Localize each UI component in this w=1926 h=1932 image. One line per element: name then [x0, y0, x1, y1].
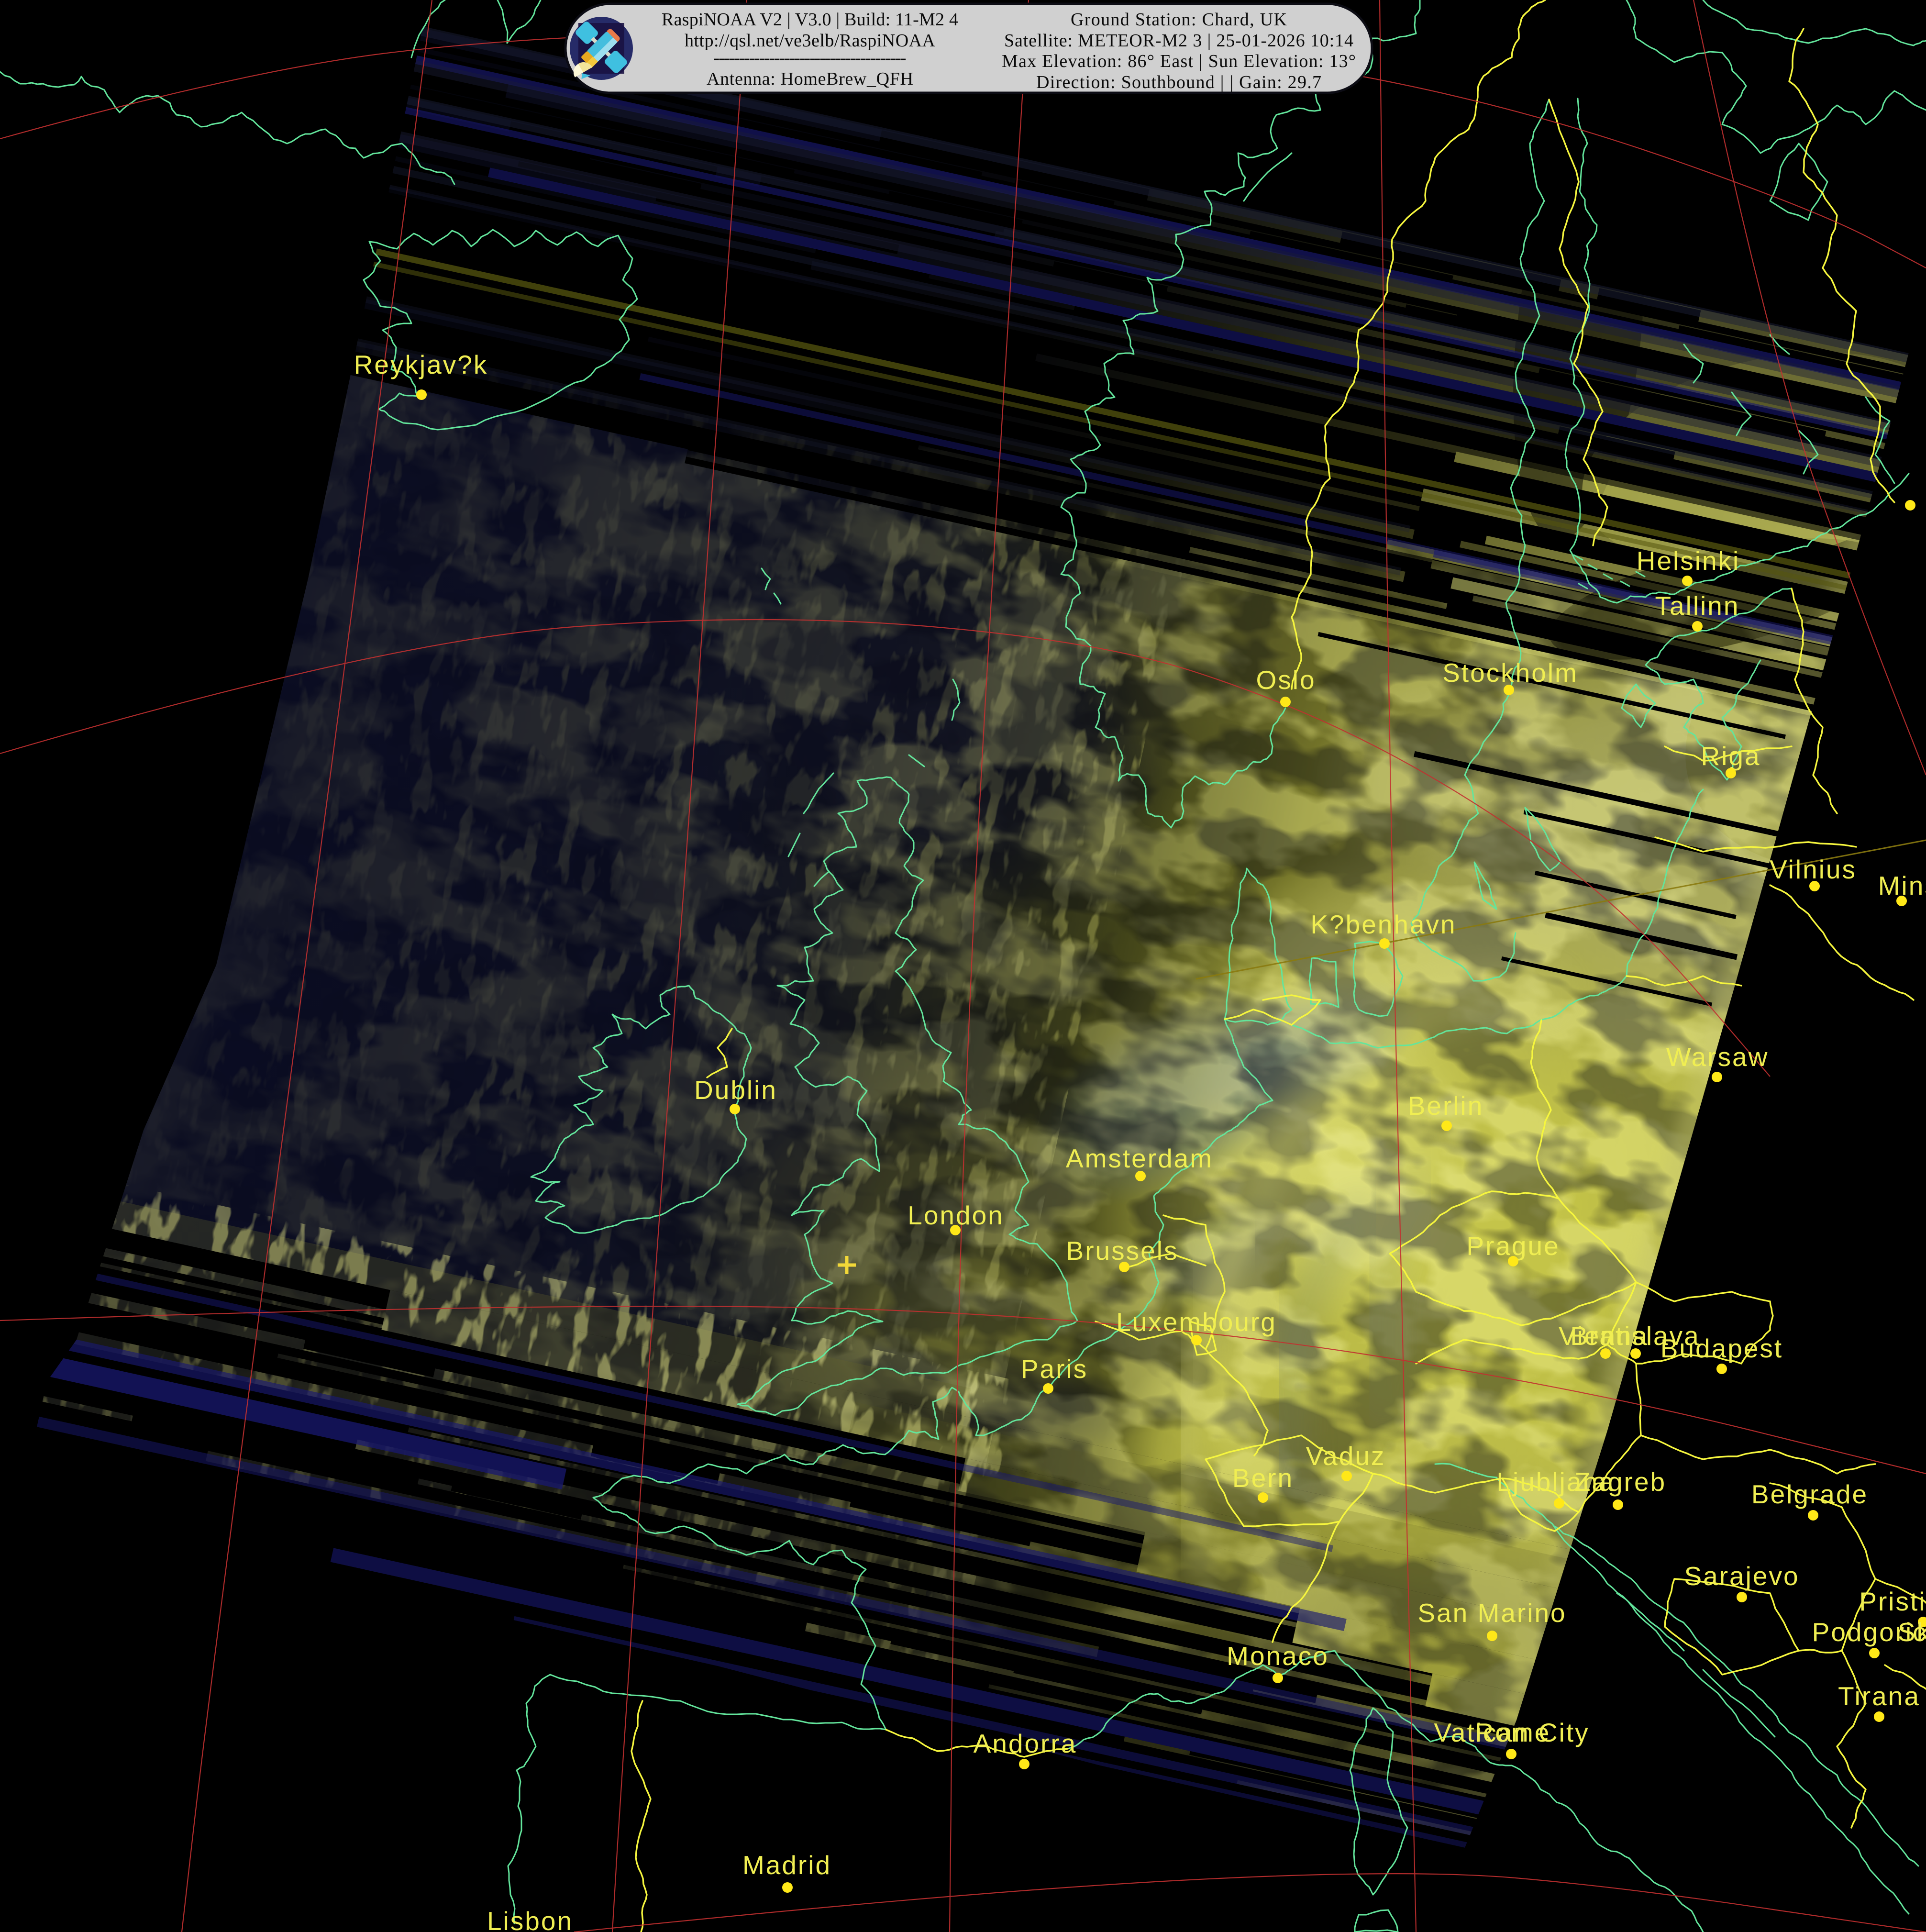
svg-text:Riga: Riga	[1701, 741, 1760, 771]
svg-text:Bern: Bern	[1232, 1463, 1294, 1493]
svg-text:Oslo: Oslo	[1256, 665, 1316, 695]
svg-text:Satellite: METEOR-M2 3 | 25-01: Satellite: METEOR-M2 3 | 25-01-2026 10:1…	[1004, 31, 1353, 51]
svg-text:Dublin: Dublin	[694, 1075, 777, 1105]
svg-text:Stockholm: Stockholm	[1442, 658, 1578, 688]
svg-text:Tirana: Tirana	[1838, 1681, 1920, 1711]
svg-text:Monaco: Monaco	[1227, 1641, 1329, 1671]
svg-text:Sarajevo: Sarajevo	[1684, 1561, 1799, 1591]
svg-text:Budapest: Budapest	[1660, 1333, 1783, 1363]
svg-text:Skopje: Skopje	[1898, 1617, 1926, 1647]
svg-text:Brussels: Brussels	[1066, 1236, 1179, 1266]
svg-text:Berlin: Berlin	[1408, 1091, 1484, 1121]
svg-text:RaspiNOAA V2 | V3.0 | Build: 1: RaspiNOAA V2 | V3.0 | Build: 11-M2 4	[662, 10, 958, 30]
svg-text:Paris: Paris	[1021, 1354, 1088, 1384]
svg-text:Vilnius: Vilnius	[1770, 855, 1857, 884]
svg-text:Pristina: Pristina	[1859, 1587, 1926, 1616]
svg-text:Zagreb: Zagreb	[1574, 1467, 1666, 1497]
svg-text:Ground Station: Chard, UK: Ground Station: Chard, UK	[1071, 10, 1287, 30]
svg-text:Max Elevation: 86° East | Sun: Max Elevation: 86° East | Sun Elevation:…	[1002, 51, 1356, 71]
svg-text:Tallinn: Tallinn	[1655, 591, 1740, 621]
svg-text:Warsaw: Warsaw	[1666, 1042, 1769, 1072]
svg-text:------------------------------: --------------------------------------	[714, 48, 907, 68]
svg-text:Rome: Rome	[1475, 1718, 1551, 1747]
svg-text:Luxembourg: Luxembourg	[1116, 1307, 1277, 1337]
svg-text:Lisbon: Lisbon	[487, 1906, 573, 1932]
svg-text:Amsterdam: Amsterdam	[1066, 1144, 1213, 1173]
svg-text:Direction: Southbound | | Gain: Direction: Southbound | | Gain: 29.7	[1036, 72, 1321, 92]
svg-text:Helsinki: Helsinki	[1637, 546, 1740, 576]
svg-text:K?benhavn: K?benhavn	[1310, 910, 1456, 939]
svg-text:Andorra: Andorra	[974, 1729, 1077, 1758]
svg-text:Reykjav?k: Reykjav?k	[354, 350, 488, 379]
svg-text:Madrid: Madrid	[742, 1850, 831, 1880]
svg-text:Antenna: HomeBrew_QFH: Antenna: HomeBrew_QFH	[707, 69, 913, 89]
svg-text:Belgrade: Belgrade	[1751, 1479, 1868, 1509]
svg-text:Vaduz: Vaduz	[1306, 1441, 1386, 1471]
svg-text:San Marino: San Marino	[1417, 1598, 1566, 1628]
